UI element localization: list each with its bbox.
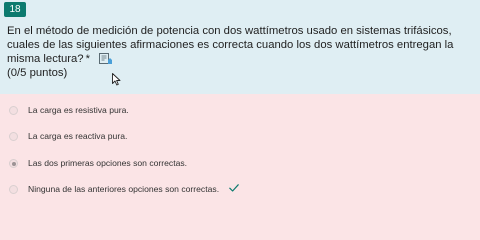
- option-4[interactable]: Ninguna de las anteriores opciones son c…: [0, 181, 480, 201]
- question-number-badge: 18: [4, 2, 26, 17]
- radio-button[interactable]: [9, 185, 18, 194]
- radio-button[interactable]: [9, 106, 18, 115]
- option-label: La carga es reactiva pura.: [28, 131, 128, 141]
- option-label: Las dos primeras opciones son correctas.: [28, 158, 188, 168]
- option-label-text: Ninguna de las anteriores opciones son c…: [28, 184, 220, 194]
- option-1[interactable]: La carga es resistiva pura.: [0, 102, 480, 122]
- checkmark-icon: [229, 184, 240, 192]
- required-marker: *: [85, 53, 90, 65]
- option-label: La carga es resistiva pura.: [28, 105, 129, 115]
- radio-button[interactable]: [9, 132, 18, 141]
- question-card: 18 En el método de medición de potencia …: [0, 0, 480, 94]
- question-text-block: En el método de medición de potencia con…: [7, 24, 473, 66]
- radio-button-selected[interactable]: [9, 159, 18, 168]
- mouse-cursor-icon: [112, 73, 121, 86]
- question-points: (0/5 puntos): [7, 67, 68, 79]
- question-title: En el método de medición de potencia con…: [7, 25, 454, 65]
- immersive-reader-icon[interactable]: [99, 53, 113, 65]
- option-3[interactable]: Las dos primeras opciones son correctas.: [0, 155, 480, 175]
- option-2[interactable]: La carga es reactiva pura.: [0, 128, 480, 148]
- option-label-with-check: Ninguna de las anteriores opciones son c…: [28, 183, 240, 195]
